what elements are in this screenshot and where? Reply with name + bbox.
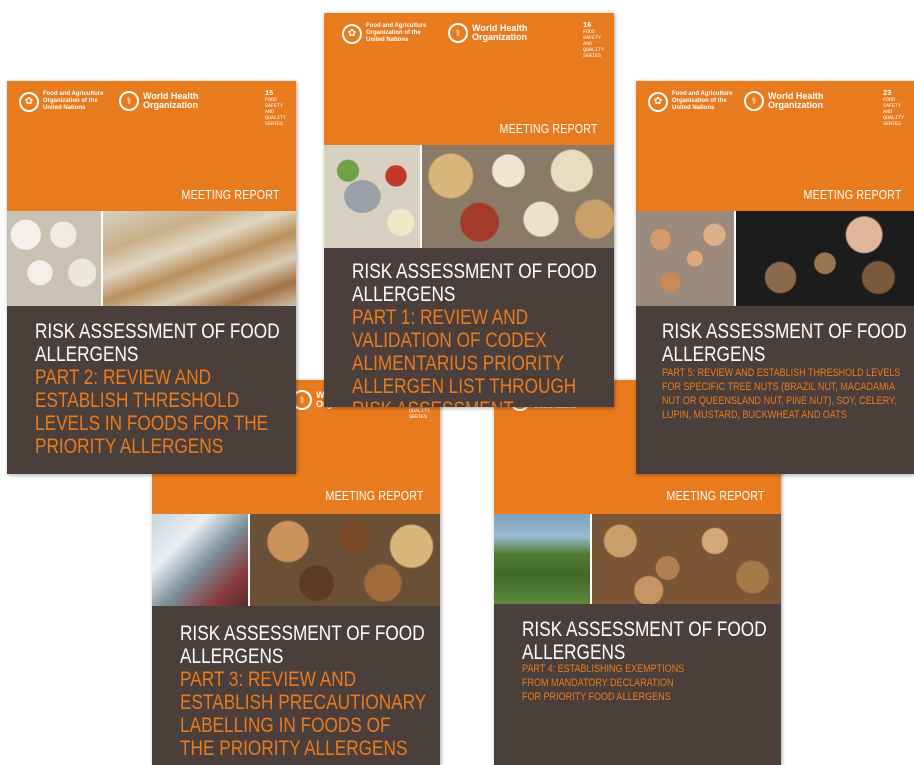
- fish-plate-photo: [324, 145, 420, 248]
- cover-title: RISK ASSESSMENT OF FOOD ALLERGENS: [180, 622, 425, 668]
- cover-title: RISK ASSESSMENT OF FOOD ALLERGENS: [522, 618, 767, 664]
- cover-title: RISK ASSESSMENT OF FOOD ALLERGENS: [662, 320, 907, 366]
- cover-body: RISK ASSESSMENT OF FOOD ALLERGENS PART 3…: [152, 606, 440, 765]
- fao-emblem-icon: ✿: [19, 91, 39, 112]
- cover-body: RISK ASSESSMENT OF FOOD ALLERGENS PART 5…: [636, 306, 914, 474]
- meeting-report-label: MEETING REPORT: [803, 187, 902, 202]
- cover-header: ✿ Food and Agriculture Organization of t…: [324, 13, 614, 147]
- series-badge: 16 FOOD SAFETY AND QUALITY SERIES: [582, 22, 604, 60]
- grain-sacks-photo: [422, 145, 614, 248]
- cover-body: RISK ASSESSMENT OF FOOD ALLERGENS PART 2…: [7, 306, 296, 474]
- eggs-photo: [7, 211, 101, 306]
- cover-photos: [152, 514, 440, 606]
- factory-photo: [152, 514, 248, 606]
- cover-photos: [636, 211, 914, 306]
- cover-subtitle: PART 3: REVIEW AND ESTABLISH PRECAUTIONA…: [180, 668, 426, 760]
- shrimp-photo: [636, 211, 734, 306]
- fao-logo: ✿ Food and Agriculture Organization of t…: [19, 91, 107, 112]
- cover-title: RISK ASSESSMENT OF FOOD ALLERGENS: [352, 260, 597, 306]
- fao-emblem-icon: ✿: [342, 23, 362, 44]
- fao-logo: ✿ Food and Agriculture Organization of t…: [342, 23, 430, 44]
- who-logo: ⚕ World Health Organization: [119, 91, 203, 111]
- cover-header: ✿ Food and Agriculture Organization of t…: [636, 81, 914, 215]
- cover-body: RISK ASSESSMENT OF FOOD ALLERGENS PART 1…: [324, 248, 614, 407]
- field-worker-photo: [494, 514, 590, 604]
- series-badge: 15 FOOD SAFETY AND QUALITY SERIES: [264, 90, 286, 128]
- who-emblem-icon: ⚕: [744, 91, 764, 111]
- series-badge: 23 FOOD SAFETY AND QUALITY SERIES: [882, 90, 904, 128]
- meeting-report-label: MEETING REPORT: [666, 488, 765, 503]
- who-emblem-icon: ⚕: [448, 23, 468, 43]
- who-logo: ⚕ World Health Organization: [744, 91, 828, 111]
- cover-part2[interactable]: ✿ Food and Agriculture Organization of t…: [7, 81, 296, 474]
- cover-photos: [7, 211, 296, 306]
- cover-subtitle: PART 2: REVIEW AND ESTABLISH THRESHOLD L…: [35, 366, 269, 458]
- cover-header: ✿ Food and Agriculture Organization of t…: [7, 81, 296, 215]
- nuts-hands-photo: [592, 514, 781, 604]
- fao-emblem-icon: ✿: [648, 91, 668, 112]
- fao-logo: ✿ Food and Agriculture Organization of t…: [648, 91, 736, 112]
- meeting-report-label: MEETING REPORT: [325, 488, 424, 503]
- cover-photos: [324, 145, 614, 248]
- cover-part1[interactable]: ✿ Food and Agriculture Organization of t…: [324, 13, 614, 407]
- meeting-report-label: MEETING REPORT: [181, 187, 280, 202]
- grains-bowls-photo: [250, 514, 440, 606]
- cover-title: RISK ASSESSMENT OF FOOD ALLERGENS: [35, 320, 280, 366]
- cookies-photo: [736, 211, 914, 306]
- cover-part5[interactable]: ✿ Food and Agriculture Organization of t…: [636, 81, 914, 474]
- cover-body: RISK ASSESSMENT OF FOOD ALLERGENS PART 4…: [494, 604, 781, 765]
- cover-subtitle: PART 1: REVIEW AND VALIDATION OF CODEX A…: [352, 306, 577, 407]
- breadsticks-photo: [103, 211, 296, 306]
- cover-subtitle: PART 4: ESTABLISHING EXEMPTIONS FROM MAN…: [522, 663, 685, 703]
- who-emblem-icon: ⚕: [119, 91, 139, 111]
- meeting-report-label: MEETING REPORT: [499, 121, 598, 136]
- cover-photos: [494, 514, 781, 604]
- cover-subtitle: PART 5: REVIEW AND ESTABLISH THRESHOLD L…: [662, 367, 901, 421]
- who-logo: ⚕ World Health Organization: [448, 23, 532, 43]
